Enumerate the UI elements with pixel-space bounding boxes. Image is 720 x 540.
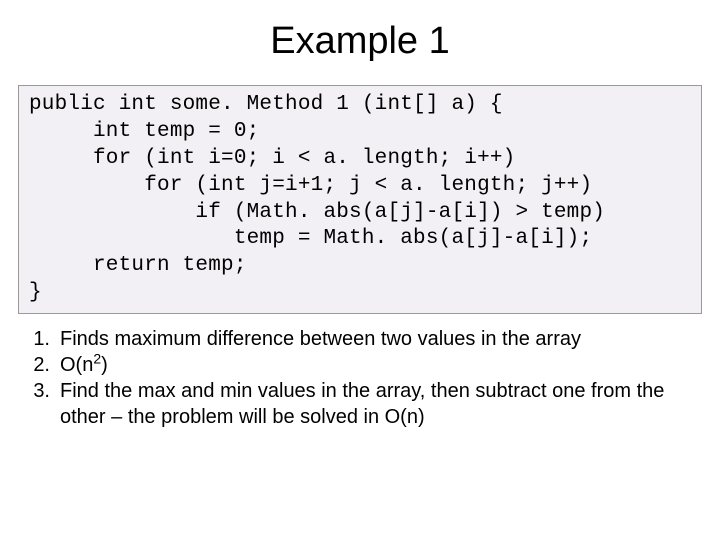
list-text: O(n2): [60, 352, 702, 378]
code-line-1: public int some. Method 1 (int[] a) {: [29, 93, 503, 116]
code-line-4: for (int j=i+1; j < a. length; j++): [29, 174, 592, 197]
complexity-prefix: O(n: [60, 354, 93, 376]
page-title: Example 1: [18, 20, 702, 63]
code-line-6: temp = Math. abs(a[j]-a[i]);: [29, 227, 592, 250]
list-number: 2.: [26, 352, 60, 378]
code-block: public int some. Method 1 (int[] a) { in…: [18, 85, 702, 314]
complexity-suffix: ): [101, 354, 108, 376]
code-line-3: for (int i=0; i < a. length; i++): [29, 147, 515, 170]
code-line-2: int temp = 0;: [29, 120, 259, 143]
list-item: 3. Find the max and min values in the ar…: [26, 378, 702, 430]
list-number: 3.: [26, 378, 60, 404]
list-text: Finds maximum difference between two val…: [60, 326, 702, 352]
code-line-8: }: [29, 281, 42, 304]
complexity-exponent: 2: [93, 350, 101, 366]
notes-list: 1. Finds maximum difference between two …: [18, 326, 702, 430]
code-line-5: if (Math. abs(a[j]-a[i]) > temp): [29, 201, 605, 224]
list-text: Find the max and min values in the array…: [60, 378, 702, 430]
code-line-7: return temp;: [29, 254, 247, 277]
list-item: 2. O(n2): [26, 352, 702, 378]
list-number: 1.: [26, 326, 60, 352]
list-item: 1. Finds maximum difference between two …: [26, 326, 702, 352]
